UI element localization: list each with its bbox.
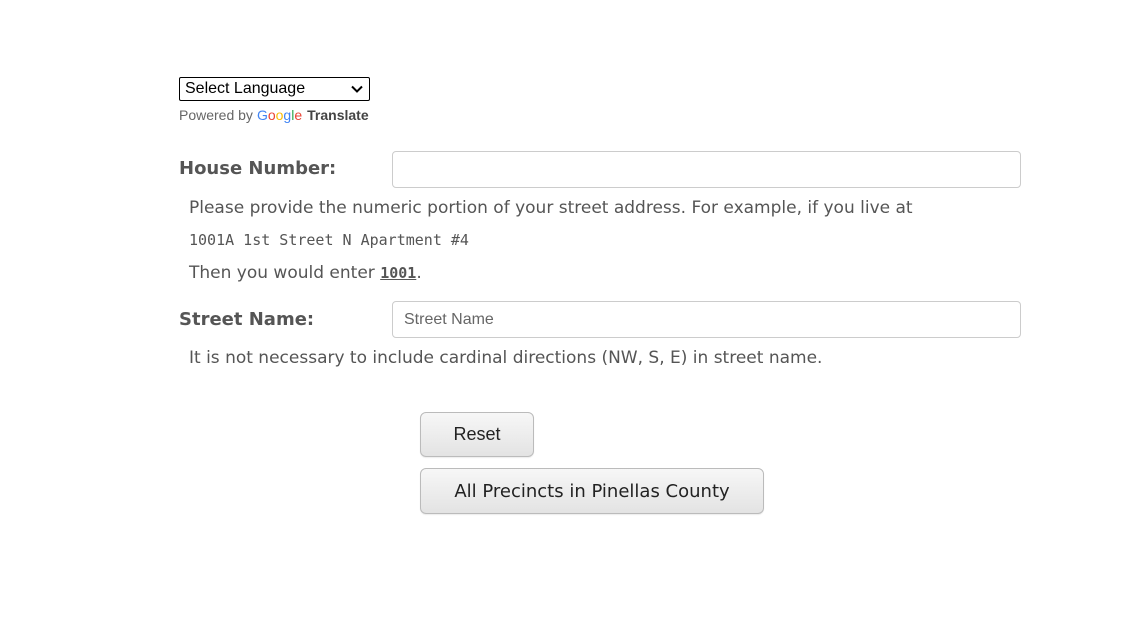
street-name-help-text: It is not necessary to include cardinal … xyxy=(189,348,823,368)
enter-prefix: Then you would enter xyxy=(189,263,381,283)
all-precincts-button[interactable]: All Precincts in Pinellas County xyxy=(420,468,764,514)
powered-by-google-translate: Powered by Google Translate xyxy=(179,107,369,123)
google-logo: Google xyxy=(257,107,302,123)
house-number-label: House Number: xyxy=(179,158,337,179)
street-name-input[interactable] xyxy=(392,301,1021,338)
house-number-help-example: Then you would enter 1001. xyxy=(189,263,422,283)
google-letter: o xyxy=(267,107,276,123)
example-house-number: 1001 xyxy=(380,264,417,282)
powered-by-text: Powered by xyxy=(179,107,253,123)
google-letter: G xyxy=(256,107,268,123)
chevron-down-icon xyxy=(347,79,367,99)
google-letter: e xyxy=(294,107,303,123)
reset-button[interactable]: Reset xyxy=(420,412,534,457)
house-number-input[interactable] xyxy=(392,151,1021,188)
enter-suffix: . xyxy=(416,263,422,283)
language-select-value: Select Language xyxy=(185,80,306,97)
house-number-help-text: Please provide the numeric portion of yo… xyxy=(189,198,913,218)
street-name-label: Street Name: xyxy=(179,309,315,330)
language-select[interactable]: Select Language xyxy=(179,77,370,101)
translate-link[interactable]: Translate xyxy=(307,107,368,123)
example-address: 1001A 1st Street N Apartment #4 xyxy=(189,231,469,249)
